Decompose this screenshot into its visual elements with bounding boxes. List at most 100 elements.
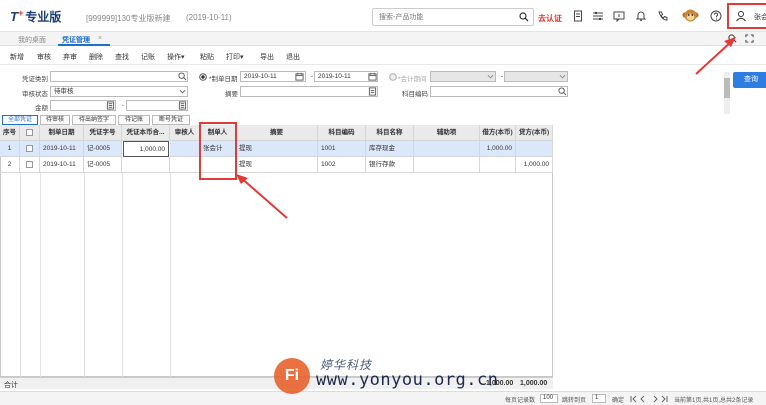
subtab-pending-audit[interactable]: 待审核: [40, 115, 70, 125]
voucher-type-field[interactable]: [50, 71, 188, 82]
audit-button[interactable]: 审核: [37, 52, 51, 62]
row-auditor[interactable]: [170, 157, 200, 173]
row-auditor[interactable]: [170, 141, 200, 157]
row-subject-code[interactable]: 1001: [318, 141, 366, 157]
row-amount[interactable]: 1,000.00: [123, 141, 169, 157]
find-button[interactable]: 查找: [115, 52, 129, 62]
delete-button[interactable]: 删除: [89, 52, 103, 62]
amount-label: 金额: [35, 105, 48, 112]
col-header-amount[interactable]: 凭证本币合...: [122, 125, 170, 141]
row-checkbox-cell[interactable]: [20, 141, 40, 157]
export-button[interactable]: 导出: [260, 52, 274, 62]
row-subject-name[interactable]: 库存现金: [366, 141, 414, 157]
row-date[interactable]: 2019-10-11: [40, 157, 84, 173]
records-per-page-field[interactable]: 100: [540, 394, 558, 403]
operation-menu[interactable]: 操作▾: [167, 52, 185, 62]
audit-status-select[interactable]: 待审核: [50, 86, 188, 97]
row-checkbox[interactable]: [26, 160, 33, 168]
row-date[interactable]: 2019-10-11: [40, 141, 84, 157]
print-menu[interactable]: 打印▾: [226, 52, 244, 62]
row-number: 2: [0, 157, 20, 173]
list-settings-icon[interactable]: [592, 10, 604, 22]
search-icon[interactable]: [178, 72, 187, 81]
unaudit-button[interactable]: 弃审: [63, 52, 77, 62]
product-search-box[interactable]: [372, 8, 534, 26]
col-header-subject-code[interactable]: 科目编码: [318, 125, 366, 141]
row-aux[interactable]: [414, 157, 480, 173]
row-voucher-no[interactable]: 记-0005: [84, 141, 122, 157]
row-checkbox[interactable]: [26, 144, 33, 152]
row-aux[interactable]: [414, 141, 480, 157]
page-nav-arrows-icon[interactable]: [630, 395, 670, 403]
row-subject-code[interactable]: 1002: [318, 157, 366, 173]
tab-close-icon[interactable]: ×: [98, 35, 102, 42]
jump-to-page-label: 跳转到页: [562, 398, 587, 404]
select-all-checkbox[interactable]: [26, 128, 33, 136]
edit-note-icon[interactable]: [368, 87, 377, 96]
records-per-page-label: 每页记录数: [505, 398, 536, 404]
col-header-credit[interactable]: 贷方(本币): [516, 125, 553, 141]
exit-button[interactable]: 退出: [286, 52, 300, 62]
col-header-aux[interactable]: 辅助项: [414, 125, 480, 141]
col-header-select[interactable]: [20, 125, 40, 141]
summary-field[interactable]: [240, 86, 378, 97]
search-icon[interactable]: [558, 87, 567, 96]
help-icon[interactable]: [710, 10, 722, 22]
chevron-down-icon[interactable]: [179, 88, 186, 95]
subtab-all-vouchers[interactable]: 全部凭证: [2, 115, 38, 125]
bell-icon[interactable]: [635, 10, 647, 22]
monkey-avatar-icon[interactable]: [682, 7, 699, 24]
total-label: 合计: [4, 382, 18, 389]
subtab-broken-number[interactable]: 断号凭证: [152, 115, 190, 125]
accounting-period-label: *会计期间: [398, 76, 427, 83]
paste-button[interactable]: 粘贴: [200, 52, 214, 62]
product-search-input[interactable]: [373, 9, 513, 25]
document-icon[interactable]: [572, 10, 584, 22]
row-subject-name[interactable]: 银行存款: [366, 157, 414, 173]
certification-link[interactable]: 去认证: [538, 13, 562, 24]
calendar-icon[interactable]: [368, 72, 377, 81]
app-logo: T+ 专业版: [10, 8, 62, 24]
row-amount[interactable]: [122, 157, 170, 173]
grid-column-line: [40, 173, 41, 377]
user-icon: [736, 11, 746, 22]
post-button[interactable]: 记账: [141, 52, 155, 62]
period-range-separator: -: [500, 73, 503, 80]
col-header-date[interactable]: 制单日期: [40, 125, 84, 141]
col-header-summary[interactable]: 摘要: [236, 125, 318, 141]
calendar-icon[interactable]: [295, 72, 304, 81]
row-credit[interactable]: 1,000.00: [516, 157, 553, 173]
voucher-type-label: 凭证类别: [22, 76, 48, 83]
col-header-auditor[interactable]: 审核人: [170, 125, 200, 141]
col-header-voucher-no[interactable]: 凭证字号: [84, 125, 122, 141]
user-account-button[interactable]: 张会: [727, 3, 766, 29]
jump-to-page-field[interactable]: 1: [592, 394, 606, 403]
row-credit[interactable]: [516, 141, 553, 157]
new-button[interactable]: 新增: [10, 52, 24, 62]
row-summary[interactable]: 提现: [236, 157, 318, 173]
search-icon[interactable]: [519, 12, 529, 22]
row-voucher-no[interactable]: 记-0005: [84, 157, 122, 173]
row-summary[interactable]: 提现: [236, 141, 318, 157]
phone-icon[interactable]: [657, 10, 669, 22]
login-date: (2019-10-11): [186, 13, 232, 22]
subtab-pending-post[interactable]: 待记账: [118, 115, 150, 125]
calculator-icon[interactable]: [178, 101, 187, 110]
tab-my-desktop[interactable]: 我的桌面: [18, 35, 46, 45]
row-debit[interactable]: [480, 157, 516, 173]
message-icon[interactable]: [613, 10, 625, 22]
page-info: 当前第1页,共1页,总共2条记录: [674, 398, 754, 404]
calculator-icon[interactable]: [106, 101, 115, 110]
filter-scrollbar[interactable]: [724, 72, 730, 114]
watermark-logo: Fi: [274, 358, 310, 394]
fullscreen-icon[interactable]: [745, 34, 754, 43]
confirm-jump-button[interactable]: 确定: [612, 395, 624, 404]
scrollbar-thumb[interactable]: [724, 78, 730, 98]
subject-code-label: 科目编码: [402, 91, 428, 98]
subtab-pending-cashier[interactable]: 待出纳签字: [72, 115, 116, 125]
row-debit[interactable]: 1,000.00: [480, 141, 516, 157]
col-header-debit[interactable]: 借方(本币): [480, 125, 516, 141]
col-header-subject-name[interactable]: 科目名称: [366, 125, 414, 141]
row-checkbox-cell[interactable]: [20, 157, 40, 173]
subject-code-field[interactable]: [430, 86, 568, 97]
